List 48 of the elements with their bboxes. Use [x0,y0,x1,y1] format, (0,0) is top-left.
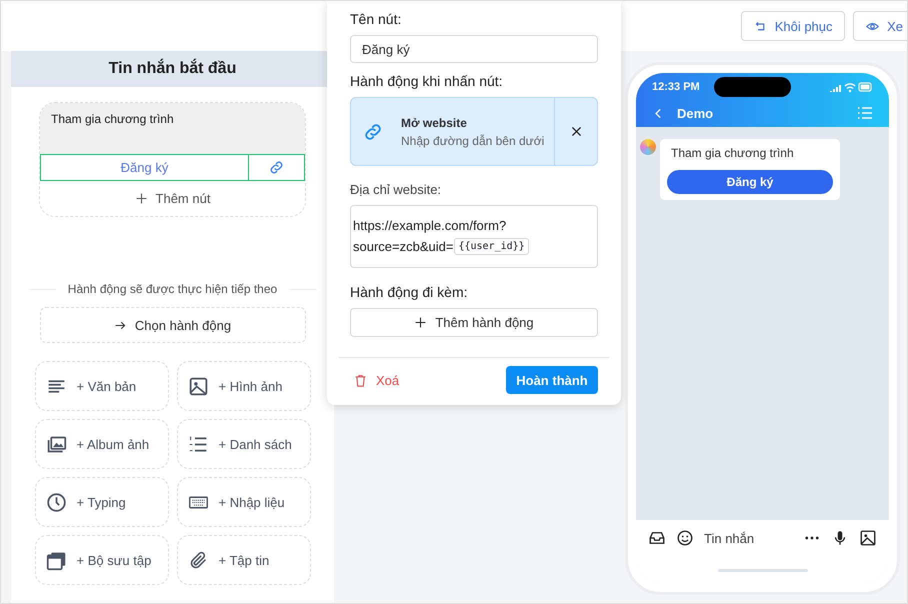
bubble-text: Tham gia chương trình [671,146,795,160]
toolbar-button[interactable]: Khôi phục [741,11,846,41]
trash-icon [354,374,367,386]
image-icon [188,376,208,396]
clock-icon [46,492,66,512]
block-option[interactable]: + Danh sách [176,419,310,469]
message-text: Tham gia chương trình [40,103,305,154]
choose-action-button[interactable]: Chọn hành động [40,307,306,343]
field-label: Hành động khi nhấn nút: [350,73,504,89]
url-text: source=zcb&uid= [353,239,454,254]
variable-tag: {{user_id}} [454,238,529,255]
block-option[interactable]: + Tập tin [176,535,310,585]
stacked-windows-icon [46,550,66,570]
button-name-field[interactable]: Đăng ký [350,35,598,63]
field-label: Hành động đi kèm: [350,284,469,300]
block-option[interactable]: + Văn bản [34,361,168,411]
block-option[interactable]: + Typing [34,477,168,527]
block-option[interactable]: + Hình ảnh [176,361,310,411]
block-option[interactable]: + Bộ sưu tập [34,535,168,585]
avatar [640,139,656,155]
register-button[interactable]: Đăng ký [667,170,833,194]
field-label: Tên nút: [350,11,402,27]
paperclip-icon [188,550,208,570]
numbered-list-icon [188,434,208,454]
field-label: Địa chỉ website: [350,182,442,197]
chat-title: Demo [677,106,714,120]
status-icons [829,81,873,93]
url-text: https://example.com/form? [353,218,506,233]
add-action-button[interactable]: Thêm hành động [350,308,598,337]
block-option[interactable]: + Album ảnh [34,419,168,469]
emoji-icon[interactable] [676,529,694,547]
block-option[interactable]: + Nhập liệu [176,477,310,527]
link-icon [268,159,285,176]
image-icon[interactable] [859,529,877,547]
close-icon [570,125,582,138]
album-icon [46,434,66,454]
url-field[interactable]: https://example.com/form? source=zcb&uid= {{user_id}} [350,205,598,268]
plus-icon [414,316,428,329]
action-title: Mở website [401,116,468,130]
undo-icon [754,20,767,32]
next-action-label: Hành động sẽ được thực hiện tiếp theo [68,282,278,296]
delete-button[interactable]: Xoá [350,372,404,388]
toolbar-button[interactable]: Xe [853,11,907,41]
inbox-icon[interactable] [648,529,666,547]
plus-icon [134,192,148,205]
status-time: 12:33 PM [652,81,701,93]
action-subtitle: Nhập đường dẫn bên dưới [401,134,546,148]
action-card[interactable]: Mở website Nhập đường dẫn bên dưới [350,97,598,166]
